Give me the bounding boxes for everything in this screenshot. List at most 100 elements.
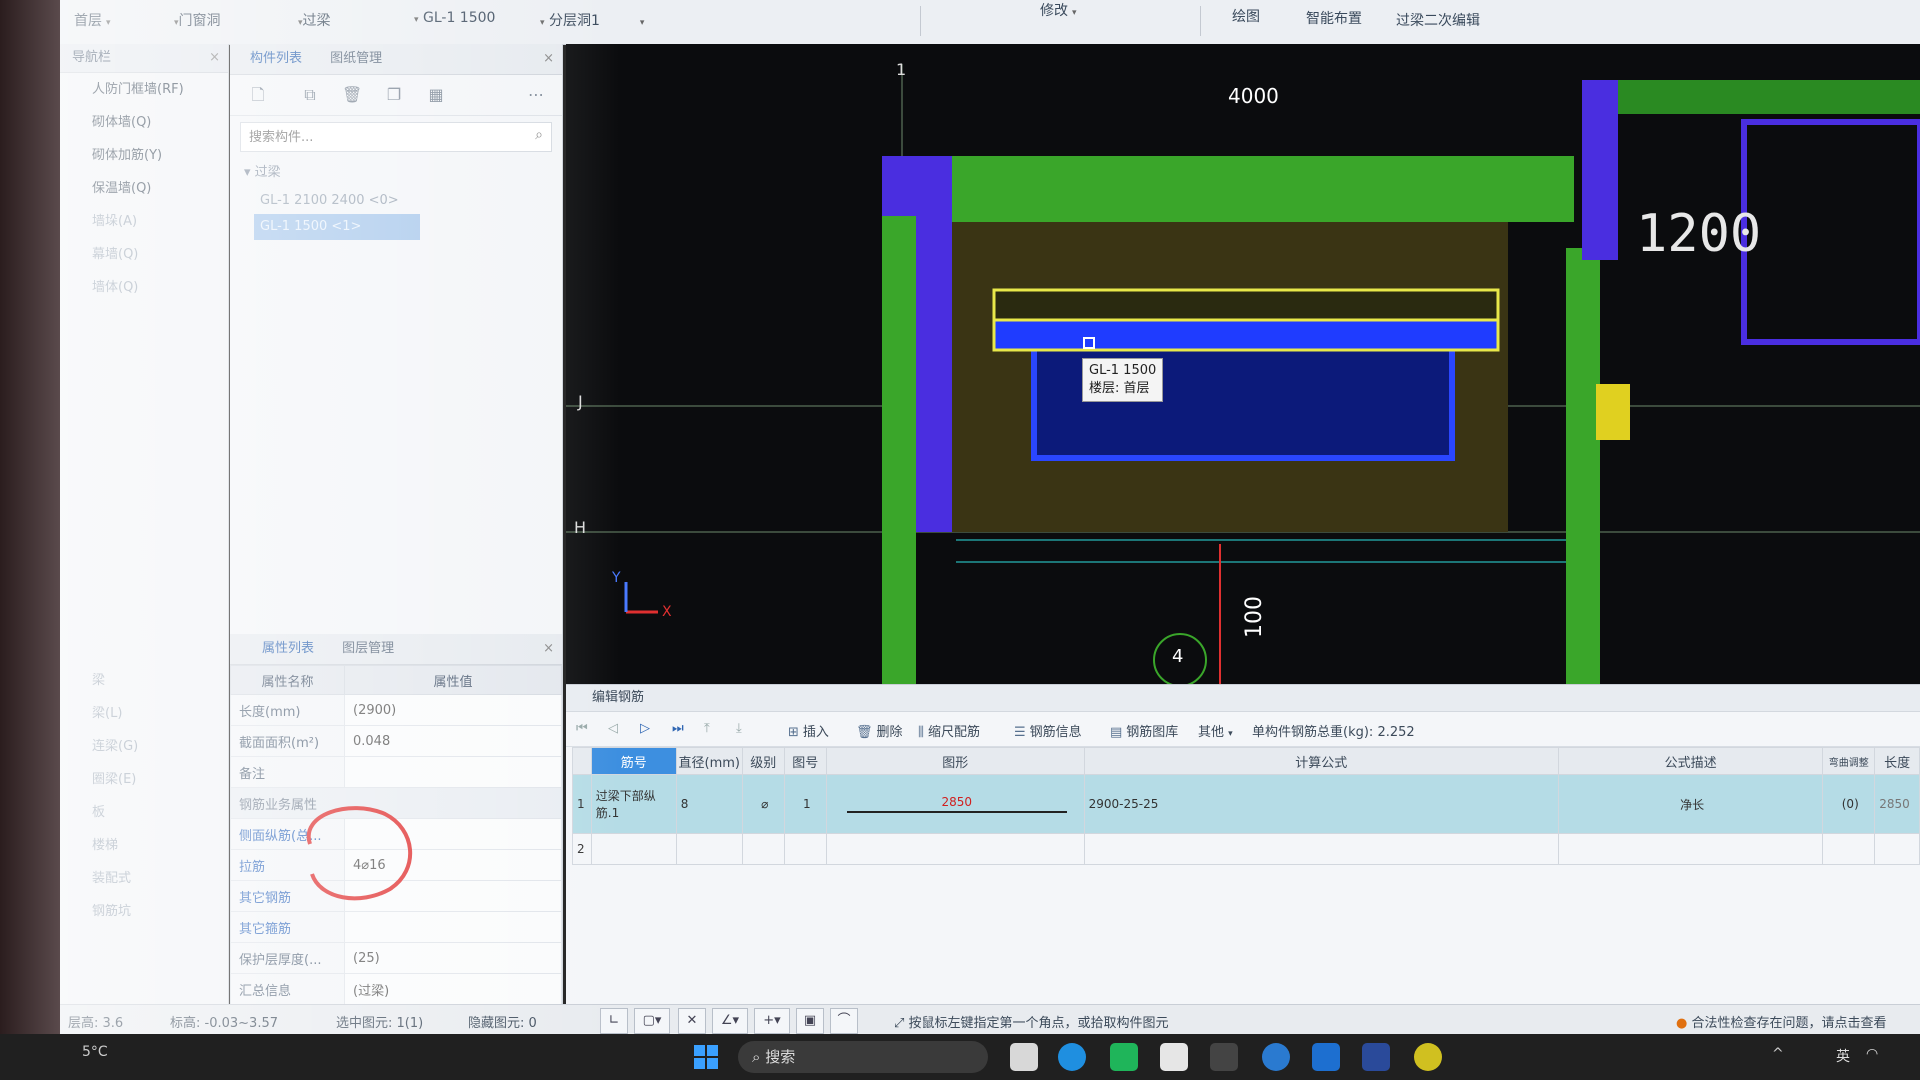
property-row[interactable]: 保护层厚度(... (25) — [230, 942, 562, 974]
tab-layer-management[interactable]: 图层管理 — [330, 634, 406, 664]
tab-component-list[interactable]: 构件列表 — [238, 44, 314, 74]
col-description[interactable]: 公式描述 — [1557, 747, 1824, 775]
layer-icon[interactable]: ▦ — [426, 85, 446, 105]
wechat-icon[interactable] — [1110, 1043, 1138, 1071]
wifi-icon[interactable]: ◠ — [1866, 1046, 1878, 1062]
bar-grade[interactable]: ⌀ — [741, 774, 785, 834]
rebar-library-button[interactable]: ▤ 钢筋图库 — [1110, 721, 1178, 740]
copy-icon[interactable]: ⧉ — [300, 85, 320, 105]
windows-start-icon[interactable] — [692, 1043, 720, 1071]
glodon-icon[interactable] — [1312, 1043, 1340, 1071]
delete-icon[interactable]: 🗑 — [342, 85, 362, 105]
property-row[interactable]: 其它箍筋 — [230, 911, 562, 943]
nav-item[interactable]: 楼梯 — [60, 829, 228, 862]
first-icon[interactable]: ⏮ — [576, 721, 588, 736]
nav-item[interactable]: 墙体(Q) — [60, 271, 228, 304]
search-input[interactable] — [241, 123, 511, 151]
tree-item-selected[interactable]: GL-1 1500 <1> — [254, 214, 420, 240]
nav-item[interactable]: 保温墙(Q) — [60, 172, 228, 205]
property-row[interactable]: 截面面积(m²) 0.048 — [230, 725, 562, 757]
move-up-icon[interactable]: ⤒ — [704, 721, 710, 736]
bar-diameter[interactable]: 8 — [675, 774, 743, 834]
nav-item[interactable]: 砌体墙(Q) — [60, 106, 228, 139]
file-explorer-icon[interactable] — [1010, 1043, 1038, 1071]
snap-icon[interactable]: +▾ — [754, 1008, 790, 1034]
nav-item[interactable]: 砌体加筋(Y) — [60, 139, 228, 172]
duplicate-icon[interactable]: ❐ — [384, 85, 404, 105]
col-diameter[interactable]: 直径(mm) — [675, 747, 743, 775]
bar-bend[interactable]: (0) — [1822, 774, 1876, 834]
arc-icon[interactable]: ⌒ — [830, 1008, 858, 1034]
nav-item[interactable]: 板 — [60, 796, 228, 829]
validation-warning[interactable]: ● 合法性检查存在问题，请点击查看 — [1676, 1012, 1887, 1031]
taskbar-search[interactable]: ⌕ 搜索 — [738, 1041, 988, 1073]
angle-icon[interactable]: ∠▾ — [712, 1008, 748, 1034]
nav-item[interactable]: 幕墙(Q) — [60, 238, 228, 271]
col-bar-no[interactable]: 筋号 — [590, 747, 677, 775]
cross-icon[interactable]: ✕ — [678, 1008, 706, 1034]
prev-icon[interactable]: ◁ — [608, 721, 618, 736]
edge-browser-icon[interactable] — [1058, 1043, 1086, 1071]
col-length[interactable]: 长度 — [1874, 747, 1920, 775]
bar-description[interactable]: 净长 — [1557, 774, 1824, 834]
other-menu[interactable]: 其他 ▾ — [1198, 721, 1233, 740]
component-dropdown[interactable]: ▾ GL-1 1500 — [410, 10, 495, 26]
tree-item[interactable]: GL-1 2100 2400 <0> — [254, 188, 420, 214]
col-shape[interactable]: 图形 — [825, 747, 1085, 775]
app-icon[interactable] — [1210, 1043, 1238, 1071]
delete-button[interactable]: 🗑 删除 — [856, 721, 903, 740]
bar-fig-no[interactable]: 1 — [783, 774, 827, 834]
nav-item[interactable]: 人防门框墙(RF) — [60, 73, 228, 106]
close-icon[interactable]: × — [209, 44, 220, 72]
select-box-icon[interactable]: ▢▾ — [634, 1008, 670, 1034]
nav-item[interactable]: 梁(L) — [60, 697, 228, 730]
app-icon[interactable] — [1414, 1043, 1442, 1071]
move-down-icon[interactable]: ⤓ — [736, 721, 742, 736]
property-row[interactable]: 备注 — [230, 756, 562, 788]
category-dropdown[interactable]: ▾门窗洞 — [170, 10, 221, 30]
col-formula[interactable]: 计算公式 — [1083, 747, 1559, 775]
nav-item[interactable]: 连梁(G) — [60, 730, 228, 763]
beam-edit-tab[interactable]: 过梁二次编辑 — [1396, 10, 1480, 30]
more-icon[interactable]: ⋯ — [526, 85, 546, 105]
smart-layout-tab[interactable]: 智能布置 — [1306, 8, 1362, 28]
nav-item[interactable]: 钢筋坑 — [60, 895, 228, 928]
layer-dropdown[interactable]: ▾ 分层洞1 ▾ — [536, 10, 644, 30]
lintel-beam-selected[interactable] — [992, 318, 1500, 352]
col-fig-no[interactable]: 图号 — [783, 747, 827, 775]
ie-browser-icon[interactable] — [1262, 1043, 1290, 1071]
floor-dropdown[interactable]: 首层 ▾ — [74, 10, 111, 30]
nav-item[interactable]: 装配式 — [60, 862, 228, 895]
bar-name[interactable]: 过梁下部纵筋.1 — [590, 774, 677, 834]
next-icon[interactable]: ▷ — [640, 721, 650, 736]
table-row[interactable]: 2 — [572, 833, 1920, 865]
modify-menu[interactable]: 修改 ▾ — [1040, 0, 1077, 20]
close-icon[interactable]: × — [543, 634, 554, 664]
drawing-canvas[interactable]: 4000 1200 1 J H 4 100 Y X GL-1 1500 楼层: … — [566, 44, 1920, 684]
nav-item[interactable]: 梁 — [60, 664, 228, 697]
tray-chevron-icon[interactable]: ^ — [1772, 1046, 1784, 1062]
ime-indicator[interactable]: 英 — [1836, 1046, 1850, 1066]
type-dropdown[interactable]: ▾过梁 — [294, 10, 331, 30]
bar-length[interactable]: 2850 — [1874, 774, 1920, 834]
cad-icon[interactable] — [1362, 1043, 1390, 1071]
close-icon[interactable]: × — [543, 44, 554, 74]
last-icon[interactable]: ⏭ — [672, 721, 684, 736]
insert-button[interactable]: ⊞ 插入 — [788, 721, 829, 740]
nav-item[interactable]: 墙垛(A) — [60, 205, 228, 238]
col-grade[interactable]: 级别 — [741, 747, 785, 775]
tree-group-lintel[interactable]: ▾ 过梁 — [230, 158, 562, 188]
scale-rebar-button[interactable]: ⫼ 缩尺配筋 — [918, 721, 980, 740]
nav-item[interactable]: 圈梁(E) — [60, 763, 228, 796]
new-component-icon[interactable]: 🗋 — [248, 85, 268, 105]
ortho-icon[interactable]: ∟ — [600, 1008, 628, 1034]
col-bend[interactable]: 弯曲调整 — [1822, 747, 1876, 775]
property-row[interactable]: 长度(mm) (2900) — [230, 694, 562, 726]
property-row[interactable]: 汇总信息 (过梁) — [230, 973, 562, 1005]
store-icon[interactable] — [1160, 1043, 1188, 1071]
bar-shape[interactable]: 2850 — [825, 774, 1085, 834]
table-row-selected[interactable]: 1 过梁下部纵筋.1 8 ⌀ 1 2850 2900-25-25 净长 (0) … — [572, 774, 1920, 834]
display-icon[interactable]: ▣ — [796, 1008, 824, 1034]
tab-drawing-management[interactable]: 图纸管理 — [318, 44, 394, 74]
rebar-info-button[interactable]: ☰ 钢筋信息 — [1014, 721, 1082, 740]
